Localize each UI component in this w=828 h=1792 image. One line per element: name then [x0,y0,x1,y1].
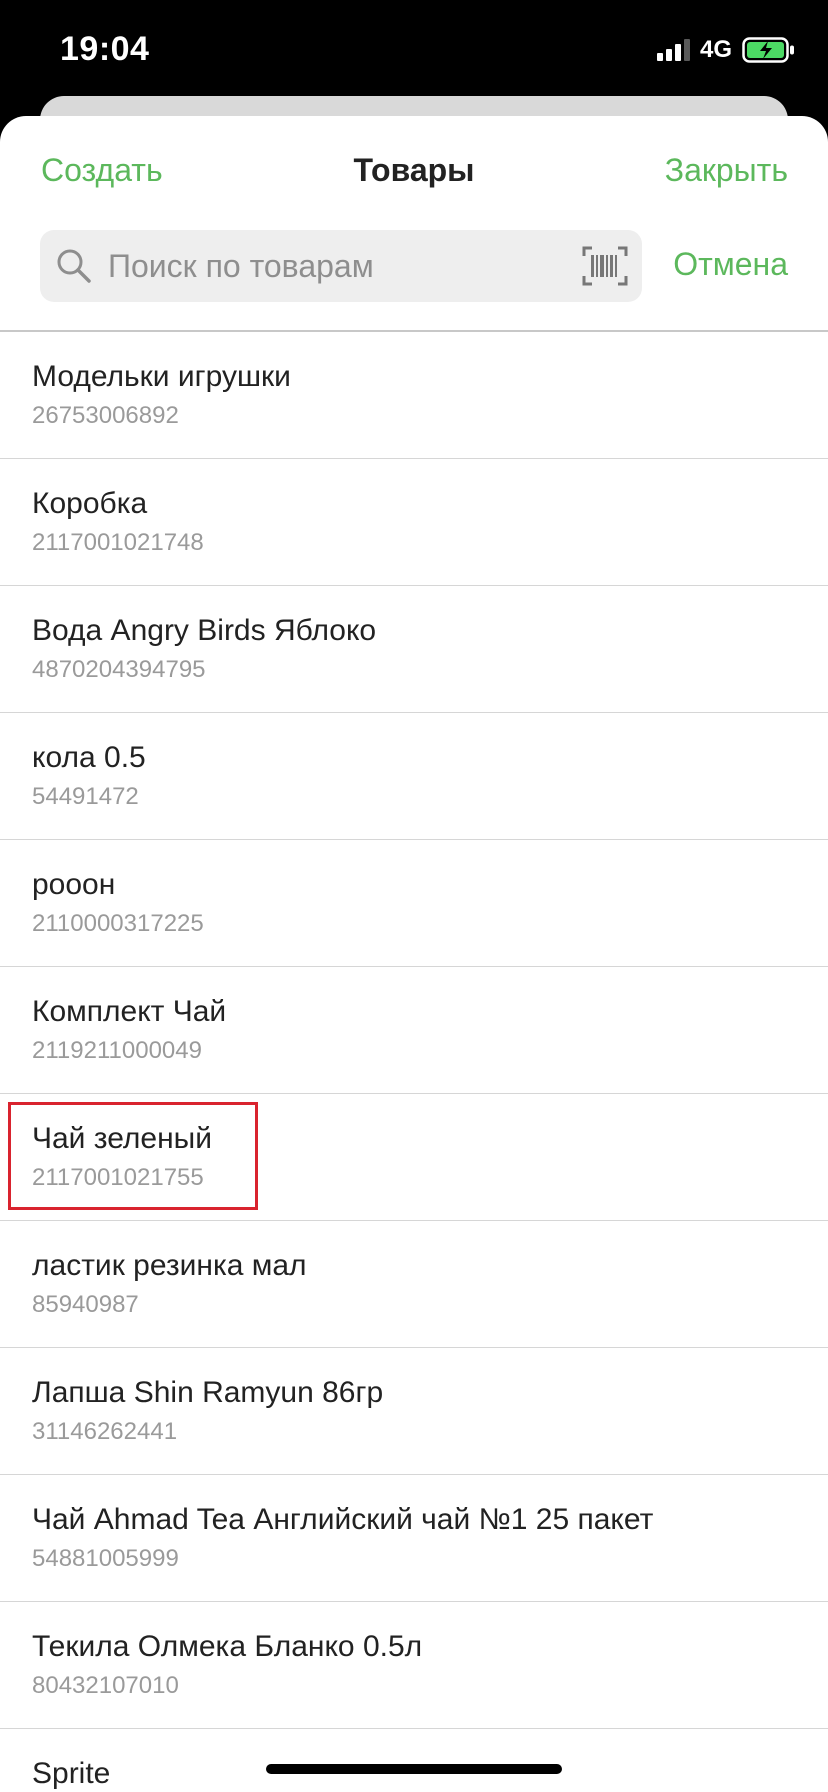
product-name: ластик резинка мал [32,1249,307,1282]
product-barcode: 31146262441 [32,1418,178,1445]
search-input[interactable] [100,230,576,302]
app-screen: 19:04 4G Создать Товары Закрыть Поиск по… [0,0,828,1792]
product-name: Чай Ahmad Tea Английский чай №1 25 пакет [32,1503,654,1536]
product-barcode: 85940987 [32,1291,139,1318]
product-name: Текила Олмека Бланко 0.5л [32,1630,423,1663]
product-row[interactable]: Модельки игрушки 26753006892 [0,332,828,459]
product-row[interactable]: Sprite [0,1729,828,1792]
product-name: Лапша Shin Ramyun 86гр [32,1376,384,1409]
barcode-scan-icon[interactable] [582,246,628,286]
search-icon [57,249,91,283]
product-row[interactable]: Коробка 2117001021748 [0,459,828,586]
signal-icon [656,39,690,61]
product-barcode: 54881005999 [32,1545,179,1572]
product-row[interactable]: Вода Angry Birds Яблоко 4870204394795 [0,586,828,713]
product-name: Sprite [32,1757,111,1790]
product-barcode: 2119211000049 [32,1037,202,1064]
product-row[interactable]: Комплект Чай 2119211000049 [0,967,828,1094]
product-name: Коробка [32,487,148,520]
products-sheet: Создать Товары Закрыть Поиск по товарам … [0,116,828,1792]
product-name: Вода Angry Birds Яблоко [32,614,377,647]
product-barcode: 54491472 [32,783,139,810]
navigation-bar: Создать Товары Закрыть [0,116,828,216]
product-row[interactable]: кола 0.5 54491472 [0,713,828,840]
product-row[interactable]: рооон 2110000317225 [0,840,828,967]
product-name: рооон [32,868,116,901]
search-row: Отмена [40,230,788,302]
product-barcode: 4870204394795 [32,656,206,683]
product-barcode: 2117001021755 [32,1164,204,1191]
product-row[interactable]: Лапша Shin Ramyun 86гр 31146262441 [0,1348,828,1475]
cancel-search-button[interactable]: Отмена [673,246,788,283]
network-type: 4G [699,36,732,63]
product-row[interactable]: Текила Олмека Бланко 0.5л 80432107010 [0,1602,828,1729]
product-name: Модельки игрушки [32,360,291,393]
battery-charging-icon [742,37,794,63]
product-barcode: 2110000317225 [32,910,204,937]
search-box[interactable] [40,230,642,302]
product-row-highlighted[interactable]: Чай зеленый 2117001021755 [0,1094,828,1221]
status-indicators: 4G [656,36,796,64]
status-bar: 19:04 4G [0,0,828,100]
product-barcode: 80432107010 [32,1672,179,1699]
close-button[interactable]: Закрыть [665,152,788,189]
product-row[interactable]: Чай Ahmad Tea Английский чай №1 25 пакет… [0,1475,828,1602]
product-name: Чай зеленый [32,1122,212,1155]
product-barcode: 26753006892 [32,402,179,429]
product-name: Комплект Чай [32,995,227,1028]
home-indicator[interactable] [266,1764,562,1774]
product-barcode: 2117001021748 [32,529,204,556]
status-time: 19:04 [60,30,150,68]
product-name: кола 0.5 [32,741,146,774]
product-row[interactable]: ластик резинка мал 85940987 [0,1221,828,1348]
product-list: Модельки игрушки 26753006892 Коробка 211… [0,332,828,1792]
